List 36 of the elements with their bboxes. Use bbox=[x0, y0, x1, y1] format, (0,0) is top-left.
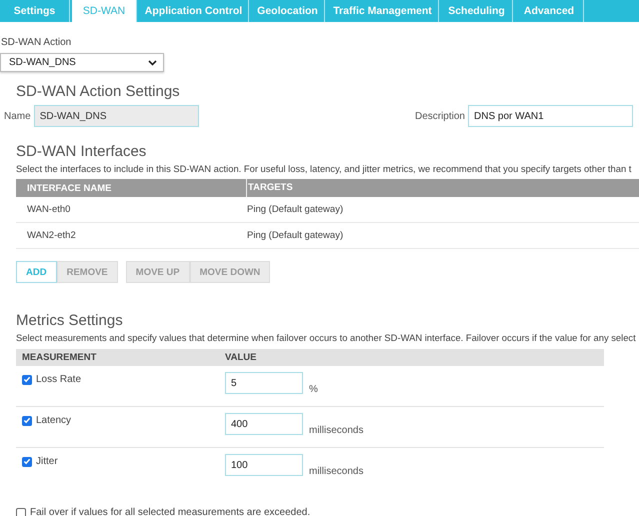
tab[interactable]: SD-WAN bbox=[72, 0, 137, 22]
chevron-down-icon bbox=[148, 60, 157, 66]
measurement-label: Latency bbox=[36, 415, 72, 426]
section-title: SD-WAN Interfaces bbox=[16, 143, 148, 161]
measurement-label: Jitter bbox=[36, 456, 58, 467]
checkbox[interactable] bbox=[22, 374, 32, 384]
table-cell-text: WAN-eth0 bbox=[26, 204, 72, 215]
value-field[interactable]: 5 bbox=[225, 372, 303, 394]
measurement-label: Loss Rate bbox=[36, 374, 82, 385]
table-cell-text: WAN2-eth2 bbox=[26, 230, 77, 241]
section-description: Select the interfaces to include in this SD-WAN action. For useful loss, latency, and jitter metrics, we recommend that you specify targets other than t bbox=[16, 163, 632, 174]
table-cell-text: Ping (Default gateway) bbox=[246, 204, 344, 215]
section-title: SD-WAN Action Settings bbox=[16, 83, 181, 101]
value-field[interactable]: 100 bbox=[225, 454, 303, 476]
name-field[interactable]: SD-WAN_DNS bbox=[34, 105, 199, 127]
table-cell-text: Ping (Default gateway) bbox=[246, 230, 344, 241]
section-description: Select measurements and specify values that determine when failover occurs to another SD-WAN interface. Failover occurs if the value for any select bbox=[16, 332, 637, 343]
checkbox-label: Fail over if values for all selected measurements are exceeded. bbox=[30, 507, 310, 516]
column-header: TARGETS bbox=[246, 179, 639, 197]
column-header: MEASUREMENT bbox=[21, 352, 98, 363]
action-button[interactable]: ADD bbox=[16, 261, 57, 283]
unit-label: % bbox=[309, 384, 318, 395]
section-title: Metrics Settings bbox=[16, 312, 124, 330]
column-header: VALUE bbox=[225, 352, 256, 363]
unit-label: milliseconds bbox=[309, 425, 364, 436]
field-label: Description bbox=[414, 110, 465, 122]
field-label: Name bbox=[4, 110, 31, 122]
unit-label: milliseconds bbox=[309, 466, 364, 477]
column-header: INTERFACE NAME bbox=[26, 182, 112, 194]
value-field[interactable]: 400 bbox=[225, 413, 303, 435]
field-label: SD-WAN Action bbox=[1, 37, 72, 48]
checkbox[interactable] bbox=[16, 508, 26, 516]
checkbox[interactable] bbox=[22, 416, 32, 426]
description-field[interactable]: DNS por WAN1 bbox=[468, 105, 633, 127]
action-dropdown[interactable]: SD-WAN_DNS bbox=[0, 53, 164, 72]
checkbox[interactable] bbox=[22, 456, 32, 466]
